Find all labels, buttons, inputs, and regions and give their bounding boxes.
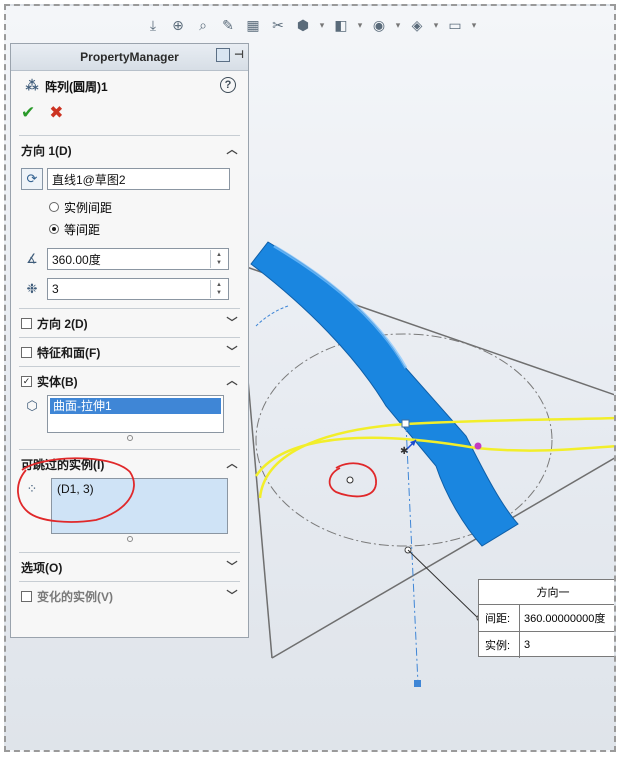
callout-instances-row: 实例: 3 [479, 632, 614, 658]
skip-instance-icon: ⁘ [26, 481, 38, 496]
features-faces-header: 特征和面(F) [37, 345, 101, 360]
bodies-checkbox[interactable]: ✓ [21, 375, 32, 387]
svg-text:✱: ✱ [400, 446, 408, 457]
callout-spacing-label: 间距: [479, 605, 520, 631]
callout-spacing-row: 间距: 360.00000000度 [479, 605, 614, 632]
radio-instance-spacing[interactable]: 实例间距 [11, 196, 248, 218]
property-manager: PropertyManager ⊣ ⁂ 阵列(圆周)1 ? ✔ ✖ 方向 1(D… [10, 43, 249, 638]
feature-name: 阵列(圆周)1 [45, 79, 108, 94]
bodies-list-item[interactable]: 曲面-拉伸1 [50, 398, 221, 414]
features-faces-checkbox[interactable] [21, 346, 32, 358]
section-skip-instances[interactable]: 可跳过的实例(I) ︿ [11, 450, 248, 478]
axis-point-top [401, 419, 410, 428]
chevron-down-icon[interactable]: ﹀ [226, 589, 238, 602]
bodies-listbox[interactable]: 曲面-拉伸1 [47, 395, 224, 433]
equal-spacing-label: 等间距 [64, 222, 101, 237]
chevron-down-icon[interactable]: ▾ [431, 14, 441, 36]
chevron-down-icon[interactable]: ▾ [355, 14, 365, 36]
view-settings-icon[interactable]: ▭ [444, 14, 466, 36]
cancel-button[interactable]: ✖ [49, 103, 63, 123]
skip-instances-listbox[interactable]: (D1, 3) [51, 478, 228, 534]
feature-header: ⁂ 阵列(圆周)1 ? [11, 71, 248, 101]
pin-icon[interactable]: ⊣ [234, 48, 244, 62]
callout-instances-value[interactable]: 3 [520, 639, 530, 651]
angle-spinner[interactable]: ▲ ▼ [210, 250, 227, 268]
instance-spacing-label: 实例间距 [64, 200, 113, 215]
ok-button[interactable]: ✔ [21, 103, 35, 123]
dynamic-annotation-icon[interactable]: ✂ [267, 14, 289, 36]
skip-instances-list-item[interactable]: (D1, 3) [54, 481, 225, 497]
chevron-down-icon[interactable]: ▾ [317, 14, 327, 36]
edit-appearance-icon[interactable]: ◉ [368, 14, 390, 36]
radio-button-selected[interactable] [49, 224, 59, 234]
chevron-down-icon[interactable]: ▾ [469, 14, 479, 36]
pattern-axis-field[interactable]: 直线1@草图2 [47, 168, 230, 190]
section-features-faces[interactable]: 特征和面(F) ﹀ [11, 338, 248, 366]
vary-instances-header: 变化的实例(V) [37, 589, 113, 604]
axis-point-bottom [414, 680, 421, 687]
pm-layout-icon[interactable] [215, 48, 230, 62]
angle-value: 360.00度 [52, 252, 101, 267]
body-select-icon: ⬡ [26, 398, 38, 413]
heads-up-toolbar: ⤓ ⊕ ⌕ ✎ ▦ ✂ ⬢ ▾ ◧ ▾ ◉ ▾ ◈ ▾ ▭ ▾ [142, 12, 479, 38]
help-icon[interactable]: ? [220, 77, 236, 93]
instances-value: 3 [52, 282, 59, 296]
chevron-up-icon[interactable]: ︿ [226, 143, 238, 156]
chevron-up-icon[interactable]: ︿ [226, 374, 238, 387]
callout-instances-label: 实例: [479, 632, 520, 658]
pm-title-bar: PropertyManager ⊣ [11, 44, 248, 71]
options-header: 选项(O) [21, 560, 63, 575]
zoom-area-icon[interactable]: ⌕ [192, 14, 214, 36]
hide-show-icon[interactable]: ◧ [330, 14, 352, 36]
vary-instances-checkbox[interactable] [21, 590, 32, 602]
section-options[interactable]: 选项(O) ﹀ [11, 553, 248, 581]
pm-title: PropertyManager [80, 50, 179, 64]
chevron-down-icon[interactable]: ﹀ [226, 560, 238, 573]
angle-icon: ∡ [26, 251, 38, 266]
skipped-instance-marker [346, 476, 354, 484]
section-direction2[interactable]: 方向 2(D) ﹀ [11, 309, 248, 337]
reverse-direction-icon[interactable]: ⟳ [21, 168, 43, 190]
direction1-header: 方向 1(D) [21, 143, 72, 158]
radio-button[interactable] [49, 202, 59, 212]
section-vary-instances[interactable]: 变化的实例(V) ﹀ [11, 582, 248, 610]
view-orient-icon[interactable]: ⤓ [142, 14, 164, 36]
direction2-header: 方向 2(D) [37, 316, 88, 331]
seed-point [474, 442, 482, 450]
extruded-surface-body [250, 241, 519, 547]
ok-cancel-row: ✔ ✖ [11, 101, 248, 125]
angle-field[interactable]: 360.00度 ▲ ▼ [47, 248, 229, 270]
apply-scene-icon[interactable]: ◈ [406, 14, 428, 36]
chevron-up-icon[interactable]: ︿ [226, 457, 238, 470]
section-bodies[interactable]: ✓ 实体(B) ︿ [11, 367, 248, 395]
callout-leader [407, 549, 479, 619]
section-direction1[interactable]: 方向 1(D) ︿ [11, 136, 248, 164]
callout-spacing-value[interactable]: 360.00000000度 [520, 610, 605, 626]
instances-icon: ❉ [26, 281, 38, 296]
previous-view-icon[interactable]: ✎ [217, 14, 239, 36]
callout-title: 方向一 [479, 580, 614, 605]
pattern-callout[interactable]: 方向一 间距: 360.00000000度 实例: 3 [478, 579, 614, 658]
chevron-down-icon[interactable]: ﹀ [226, 316, 238, 329]
skip-instances-header: 可跳过的实例(I) [21, 457, 105, 472]
instances-field[interactable]: 3 ▲ ▼ [47, 278, 229, 300]
chevron-down-icon[interactable]: ﹀ [226, 345, 238, 358]
chevron-down-icon[interactable]: ▾ [393, 14, 403, 36]
instances-spinner[interactable]: ▲ ▼ [210, 280, 227, 298]
bodies-header: 实体(B) [37, 374, 78, 389]
circular-pattern-icon: ⁂ [25, 78, 39, 93]
section-view-icon[interactable]: ▦ [242, 14, 264, 36]
display-style-icon[interactable]: ⬢ [292, 14, 314, 36]
radio-equal-spacing[interactable]: 等间距 [11, 218, 248, 240]
direction2-checkbox[interactable] [21, 317, 32, 329]
zoom-fit-icon[interactable]: ⊕ [167, 14, 189, 36]
